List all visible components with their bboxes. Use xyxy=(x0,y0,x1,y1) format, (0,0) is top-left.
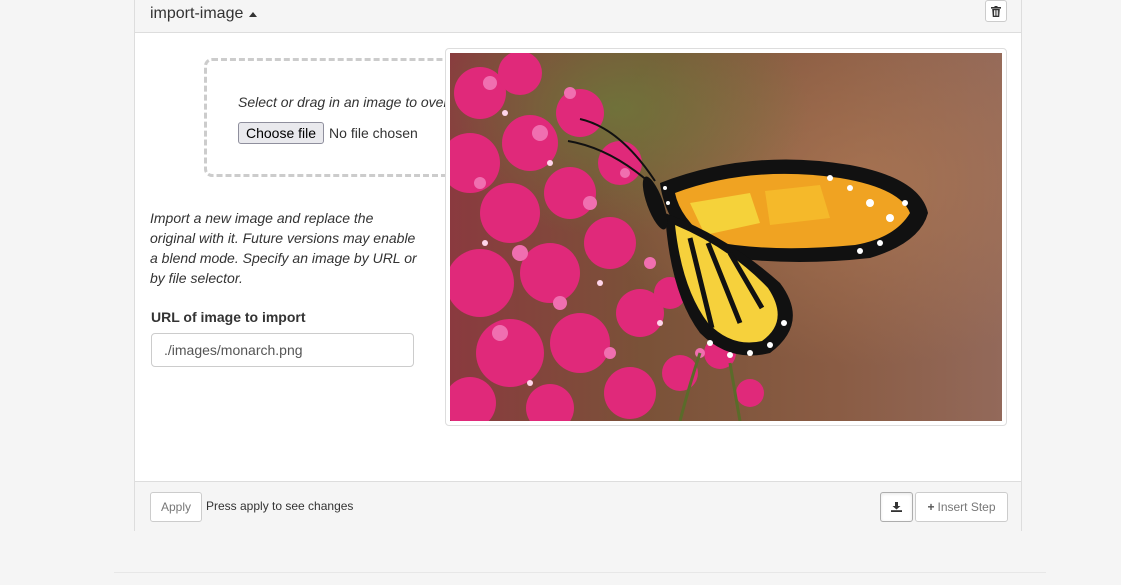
step-panel: import-image Select or drag in an image … xyxy=(134,0,1022,531)
preview-image[interactable] xyxy=(450,53,1002,421)
insert-step-label: Insert Step xyxy=(937,500,996,514)
step-footer: Apply Press apply to see changes + Inser… xyxy=(135,481,1021,531)
file-selector: Choose file No file chosen xyxy=(238,122,418,144)
step-title: import-image xyxy=(150,5,244,22)
download-icon xyxy=(891,502,902,512)
file-status: No file chosen xyxy=(329,125,418,141)
trash-icon xyxy=(991,5,1001,17)
insert-step-button[interactable]: + Insert Step xyxy=(915,492,1008,522)
url-label: URL of image to import xyxy=(151,309,306,325)
caret-up-icon xyxy=(249,11,258,17)
step-title-toggle[interactable]: import-image xyxy=(150,5,258,23)
monarch-butterfly-image xyxy=(450,53,1002,421)
page-divider xyxy=(114,572,1046,573)
choose-file-button[interactable]: Choose file xyxy=(238,122,325,144)
plus-icon: + xyxy=(927,500,935,514)
preview-image-frame xyxy=(445,48,1007,426)
apply-hint: Press apply to see changes xyxy=(206,499,354,513)
apply-button[interactable]: Apply xyxy=(150,492,202,522)
download-button[interactable] xyxy=(880,492,913,522)
step-description: Import a new image and replace the origi… xyxy=(150,210,417,286)
url-input[interactable] xyxy=(151,333,414,367)
delete-step-button[interactable] xyxy=(985,0,1007,22)
dropzone-text: Select or drag in an image to overlay. xyxy=(238,94,469,110)
step-header: import-image xyxy=(135,0,1021,33)
